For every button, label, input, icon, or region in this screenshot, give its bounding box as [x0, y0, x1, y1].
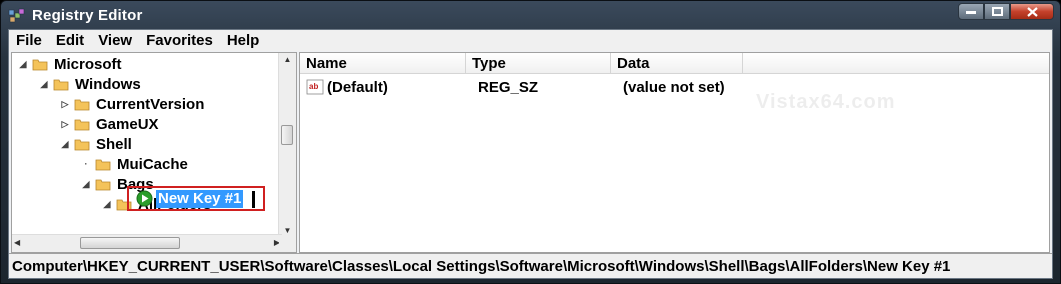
- maximize-icon: [991, 7, 1003, 16]
- tree-item-label: Microsoft: [54, 55, 122, 73]
- vertical-scroll-thumb[interactable]: [281, 125, 293, 145]
- close-icon: [1026, 6, 1038, 17]
- tree-horizontal-scrollbar[interactable]: ◀ ▶: [12, 234, 282, 252]
- tree-item-label: MuiCache: [117, 155, 188, 173]
- folder-icon: [95, 159, 111, 171]
- window-title: Registry Editor: [32, 7, 143, 24]
- watermark: Vistax64.com: [756, 91, 896, 113]
- folder-icon: [95, 179, 111, 191]
- registry-app-icon: [8, 8, 25, 23]
- client-area: File Edit View Favorites Help ◢ Microsof…: [8, 29, 1053, 279]
- folder-icon: [74, 119, 90, 131]
- tree-item-label: Shell: [96, 135, 132, 153]
- value-type: REG_SZ: [478, 78, 539, 96]
- tree-item-currentversion[interactable]: ▷ CurrentVersion: [60, 94, 205, 114]
- expanded-arrow-icon[interactable]: ◢: [39, 79, 49, 89]
- expanded-arrow-icon[interactable]: ◢: [60, 139, 70, 149]
- value-name: (Default): [327, 78, 388, 96]
- title-bar[interactable]: Registry Editor: [1, 1, 1060, 31]
- registry-editor-window: Registry Editor File Edit View Favorites…: [0, 0, 1061, 284]
- column-data[interactable]: Data: [611, 53, 743, 73]
- column-type[interactable]: Type: [466, 53, 611, 73]
- menu-view[interactable]: View: [91, 32, 139, 49]
- scroll-up-arrow-icon[interactable]: ▲: [279, 55, 296, 64]
- new-key-play-icon: [136, 190, 153, 207]
- registry-tree[interactable]: ◢ Microsoft ◢ Windows ▷ CurrentVersion ▷…: [11, 52, 297, 253]
- collapsed-arrow-icon[interactable]: ▷: [60, 119, 70, 129]
- minimize-icon: [966, 10, 976, 14]
- tree-item-gameux[interactable]: ▷ GameUX: [60, 114, 159, 134]
- tree-vertical-scrollbar[interactable]: ▲ ▼: [278, 53, 296, 237]
- string-value-icon: ab: [306, 79, 324, 95]
- column-name[interactable]: Name: [300, 53, 466, 73]
- close-button[interactable]: [1010, 3, 1054, 20]
- menu-file[interactable]: File: [9, 32, 49, 49]
- folder-icon: [53, 79, 69, 91]
- menu-edit[interactable]: Edit: [49, 32, 91, 49]
- list-header: Name Type Data: [300, 53, 1049, 74]
- svg-text:ab: ab: [309, 82, 318, 91]
- menu-favorites[interactable]: Favorites: [139, 32, 220, 49]
- folder-icon: [74, 139, 90, 151]
- text-caret: [252, 191, 255, 208]
- expanded-arrow-icon[interactable]: ◢: [81, 179, 91, 189]
- expanded-arrow-icon[interactable]: ◢: [102, 199, 112, 209]
- scroll-left-arrow-icon[interactable]: ◀: [14, 238, 20, 247]
- minimize-button[interactable]: [958, 3, 984, 20]
- maximize-button[interactable]: [984, 3, 1010, 20]
- scrollbar-corner: [279, 235, 296, 252]
- collapsed-arrow-icon[interactable]: ▷: [60, 99, 70, 109]
- folder-icon: [74, 99, 90, 111]
- tree-item-microsoft[interactable]: ◢ Microsoft: [18, 54, 122, 74]
- tree-item-label: CurrentVersion: [96, 95, 205, 113]
- value-row[interactable]: ab (Default) REG_SZ (value not set): [300, 77, 817, 97]
- tree-line: ·: [84, 159, 88, 169]
- tree-item-muicache[interactable]: · MuiCache: [81, 154, 188, 174]
- expanded-arrow-icon[interactable]: ◢: [18, 59, 28, 69]
- rename-key-input[interactable]: New Key #1: [156, 190, 244, 208]
- status-path: Computer\HKEY_CURRENT_USER\Software\Clas…: [12, 257, 951, 275]
- folder-icon: [32, 59, 48, 71]
- horizontal-scroll-thumb[interactable]: [80, 237, 180, 249]
- tree-item-label: Windows: [75, 75, 141, 93]
- status-bar: Computer\HKEY_CURRENT_USER\Software\Clas…: [9, 253, 1052, 278]
- values-list[interactable]: Name Type Data ab (Default) REG_SZ (valu…: [299, 52, 1050, 253]
- tree-item-shell[interactable]: ◢ Shell: [60, 134, 132, 154]
- tree-item-windows[interactable]: ◢ Windows: [39, 74, 141, 94]
- menu-help[interactable]: Help: [220, 32, 267, 49]
- menu-bar: File Edit View Favorites Help: [9, 30, 1052, 51]
- tree-item-label: GameUX: [96, 115, 159, 133]
